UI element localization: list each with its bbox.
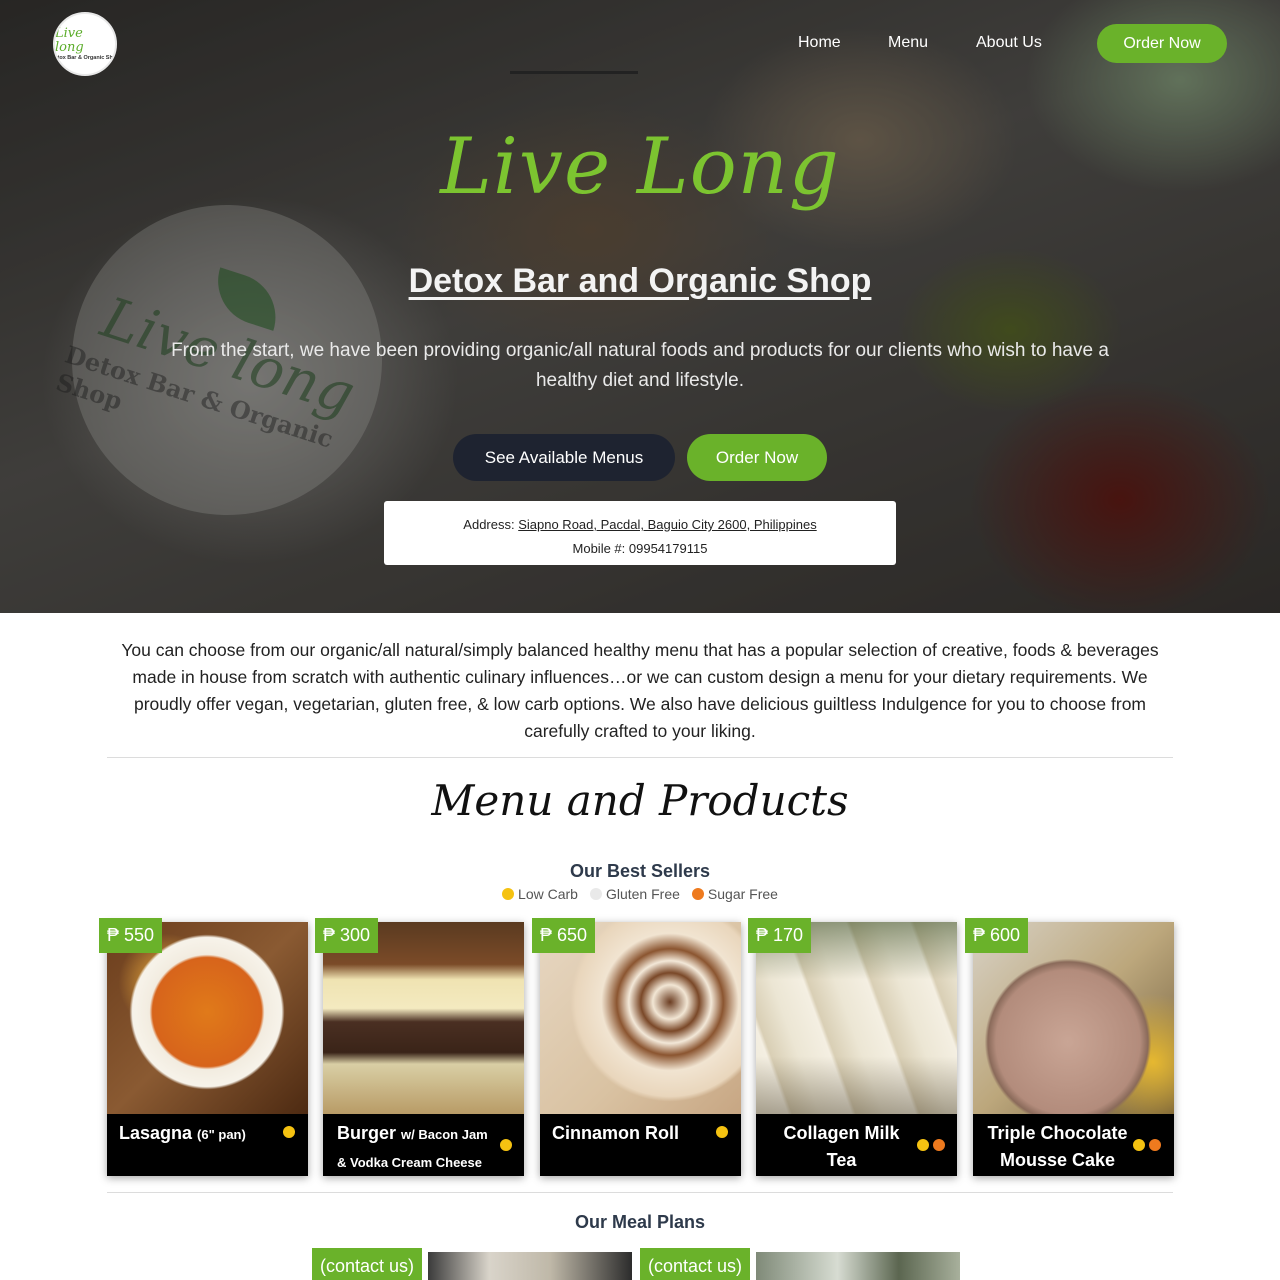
product-name: Burger w/ Bacon Jam & Vodka Cream Cheese [323, 1114, 524, 1176]
legend-gluten-free: Gluten Free [589, 886, 680, 902]
price-badge: ₱ 600 [965, 918, 1029, 953]
section-divider [107, 1192, 1173, 1193]
legend-low-carb: Low Carb [502, 886, 578, 902]
meal-plan-card[interactable] [756, 1252, 960, 1280]
product-title: Burger [337, 1123, 397, 1143]
hero-title: Live Long [440, 122, 840, 212]
product-card-triple-chocolate-mousse-cake[interactable]: Triple Chocolate Mousse Cake [973, 922, 1174, 1176]
product-name: Cinnamon Roll [540, 1114, 741, 1176]
menu-section-title: Menu and Products [431, 776, 849, 825]
decorative-line [510, 71, 638, 74]
hero-description: From the start, we have been providing o… [171, 340, 1109, 391]
legend-label: Low Carb [518, 886, 578, 902]
product-title-extra: (6" pan) [197, 1127, 246, 1142]
product-card-collagen-milk-tea[interactable]: Collagen Milk Tea [756, 922, 957, 1176]
hero-subtitle: Detox Bar and Organic Shop [408, 262, 872, 300]
legend-label: Gluten Free [605, 886, 680, 902]
site-logo[interactable]: Live long Detox Bar & Organic Shop [53, 12, 117, 76]
meal-plan-contact-tag[interactable]: (contact us) [312, 1248, 423, 1280]
product-title: Collagen Milk Tea [783, 1123, 900, 1170]
nav-order-now-button[interactable]: Order Now [1097, 24, 1227, 63]
low-carb-dot-icon [502, 888, 515, 900]
price-badge: ₱ 300 [315, 918, 379, 953]
address-link[interactable]: Siapno Road, Pacdal, Baguio City 2600, P… [518, 517, 816, 532]
product-title: Lasagna [119, 1123, 193, 1143]
best-sellers-heading: Our Best Sellers [569, 861, 711, 881]
sugar-free-dot-icon [1149, 1139, 1161, 1151]
low-carb-dot-icon [917, 1139, 929, 1151]
meal-plans-heading: Our Meal Plans [574, 1212, 706, 1232]
product-title: Triple Chocolate Mousse Cake [987, 1123, 1128, 1170]
address-label: Address: [463, 517, 519, 532]
diet-dots [1133, 1139, 1161, 1151]
diet-dots [917, 1139, 945, 1151]
product-title: Cinnamon Roll [552, 1123, 679, 1143]
meal-plan-contact-tag[interactable]: (contact us) [640, 1248, 751, 1280]
hero-order-now-button[interactable]: Order Now [687, 434, 827, 481]
low-carb-dot-icon [500, 1139, 512, 1151]
nav-about-link[interactable]: About Us [976, 34, 1042, 52]
nav-menu-link[interactable]: Menu [888, 34, 928, 52]
diet-dots [283, 1126, 295, 1138]
nav-home-link[interactable]: Home [798, 34, 841, 52]
price-badge: ₱ 550 [99, 918, 163, 953]
legend-label: Sugar Free [707, 886, 778, 902]
mobile-label: Mobile #: [572, 541, 629, 556]
price-badge: ₱ 650 [532, 918, 596, 953]
address-line: Address: Siapno Road, Pacdal, Baguio Cit… [384, 513, 896, 537]
mobile-line: Mobile #: 09954179115 [384, 537, 896, 561]
diet-dots [716, 1126, 728, 1138]
contact-box: Address: Siapno Road, Pacdal, Baguio Cit… [384, 501, 896, 565]
intro-paragraph: You can choose from our organic/all natu… [121, 640, 1159, 741]
low-carb-dot-icon [1133, 1139, 1145, 1151]
gluten-free-dot-icon [589, 888, 602, 900]
product-card-lasagna[interactable]: Lasagna (6" pan) [107, 922, 308, 1176]
mobile-number: 09954179115 [628, 541, 708, 556]
price-badge: ₱ 170 [748, 918, 812, 953]
product-name: Lasagna (6" pan) [107, 1114, 308, 1176]
sugar-free-dot-icon [933, 1139, 945, 1151]
diet-dots [500, 1139, 512, 1151]
legend-sugar-free: Sugar Free [691, 886, 778, 902]
logo-script: Live long [55, 26, 84, 55]
see-available-menus-button[interactable]: See Available Menus [453, 434, 675, 481]
low-carb-dot-icon [283, 1126, 295, 1138]
low-carb-dot-icon [716, 1126, 728, 1138]
logo-subtitle: Detox Bar & Organic Shop [53, 55, 117, 61]
product-card-cinnamon-roll[interactable]: Cinnamon Roll [540, 922, 741, 1176]
section-divider [107, 757, 1173, 758]
meal-plan-card[interactable] [428, 1252, 632, 1280]
dietary-legend: Low Carb Gluten Free Sugar Free [0, 886, 1280, 902]
sugar-free-dot-icon [691, 888, 704, 900]
product-card-burger[interactable]: Burger w/ Bacon Jam & Vodka Cream Cheese [323, 922, 524, 1176]
